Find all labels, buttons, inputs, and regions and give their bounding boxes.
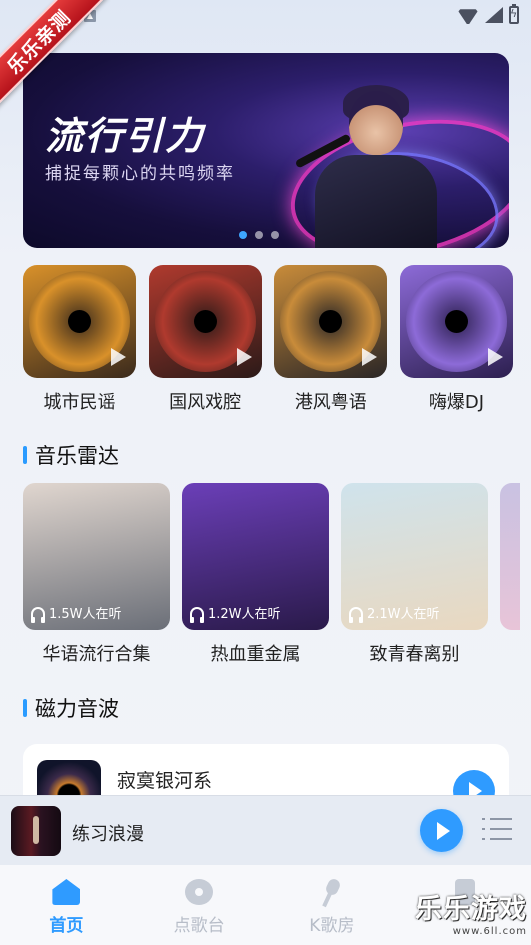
listener-count: 1.5W人在听 xyxy=(31,603,122,623)
radar-cover[interactable]: 1.2W人在听 xyxy=(182,483,329,630)
listener-count: 1.2W人在听 xyxy=(190,603,281,623)
tab-karaoke[interactable]: K歌房 xyxy=(266,865,399,945)
section-title-text: 磁力音波 xyxy=(35,697,119,721)
radar-label: 热血重金属 xyxy=(210,644,301,665)
section-title-text: 音乐雷达 xyxy=(35,444,119,468)
tab-label: 首页 xyxy=(49,916,84,936)
genre-cover[interactable] xyxy=(23,265,136,378)
radar-card-peek[interactable] xyxy=(500,483,520,630)
genre-item[interactable]: 城市民谣 xyxy=(23,265,136,414)
pagination-dot[interactable] xyxy=(239,231,247,239)
genre-item[interactable]: 国风戏腔 xyxy=(148,265,262,414)
radar-label: 致青春离别 xyxy=(369,644,460,665)
genre-cover[interactable] xyxy=(399,265,513,378)
listener-count: 2.1W人在听 xyxy=(349,603,440,623)
mini-player[interactable]: 练习浪漫 xyxy=(0,795,531,865)
banner-subtitle: 捕捉每颗心的共鸣频率 xyxy=(45,164,235,184)
genre-item[interactable]: 嗨爆DJ xyxy=(399,265,513,414)
genre-label: 城市民谣 xyxy=(43,392,116,413)
radar-card[interactable]: 1.2W人在听 热血重金属 xyxy=(182,483,329,666)
listener-text: 1.5W人在听 xyxy=(49,607,122,622)
section-title-magnet: 磁力音波 xyxy=(23,693,119,723)
signal-icon xyxy=(485,7,503,23)
disc-hole xyxy=(68,310,91,333)
genre-item[interactable]: 港风粤语 xyxy=(274,265,388,414)
home-icon xyxy=(52,879,81,905)
tab-label: 点歌台 xyxy=(173,916,225,936)
tab-home[interactable]: 首页 xyxy=(0,865,133,945)
radar-cover[interactable]: 2.1W人在听 xyxy=(341,483,488,630)
radar-card[interactable]: 2.1W人在听 致青春离别 xyxy=(341,483,488,666)
pagination-dot[interactable] xyxy=(271,231,279,239)
disc-hole xyxy=(193,310,217,333)
headphone-icon xyxy=(190,606,204,623)
tab-song-request[interactable]: 点歌台 xyxy=(133,865,266,945)
listener-text: 1.2W人在听 xyxy=(208,607,281,622)
mini-player-thumbnail xyxy=(11,806,61,856)
disc-hole xyxy=(444,310,468,333)
genre-cover[interactable] xyxy=(148,265,262,378)
wifi-icon xyxy=(457,6,479,24)
section-accent-bar xyxy=(23,699,27,717)
radar-label: 华语流行合集 xyxy=(42,644,151,665)
site-watermark: 乐乐游戏 www.6ll.com xyxy=(415,887,527,937)
mini-player-title: 练习浪漫 xyxy=(72,824,144,845)
play-icon[interactable] xyxy=(236,348,252,366)
banner-title: 流行引力 xyxy=(45,114,206,158)
radar-card[interactable]: 1.5W人在听 华语流行合集 xyxy=(23,483,170,666)
play-icon[interactable] xyxy=(111,348,126,366)
play-icon[interactable] xyxy=(362,348,378,366)
play-button[interactable] xyxy=(420,809,463,852)
pagination-dot[interactable] xyxy=(255,231,263,239)
battery-icon xyxy=(509,4,519,24)
singer-image xyxy=(294,85,439,248)
watermark-text: 乐乐游戏 xyxy=(415,894,527,925)
playlist-icon[interactable] xyxy=(482,818,512,842)
genre-label: 港风粤语 xyxy=(294,392,367,413)
song-title: 寂寞银河系 xyxy=(117,770,213,792)
disc-icon xyxy=(185,879,214,905)
radar-cover[interactable]: 1.5W人在听 xyxy=(23,483,170,630)
genre-label: 国风戏腔 xyxy=(169,392,242,413)
watermark-url: www.6ll.com xyxy=(452,926,527,937)
section-title-radar: 音乐雷达 xyxy=(23,440,119,470)
hero-banner[interactable]: 流行引力 捕捉每颗心的共鸣频率 xyxy=(23,53,509,248)
section-accent-bar xyxy=(23,446,27,464)
genre-cover[interactable] xyxy=(274,265,388,378)
mic-icon xyxy=(318,879,346,905)
radar-row: 1.5W人在听 华语流行合集 1.2W人在听 热血重金属 2.1W人在听 致青春… xyxy=(23,483,531,666)
genre-label: 嗨爆DJ xyxy=(428,392,485,413)
headphone-icon xyxy=(31,606,45,623)
genre-row: 城市民谣 国风戏腔 港风粤语 嗨爆DJ xyxy=(23,265,513,414)
headphone-icon xyxy=(349,606,363,623)
play-icon[interactable] xyxy=(487,348,503,366)
status-icons xyxy=(457,4,519,24)
listener-text: 2.1W人在听 xyxy=(367,607,440,622)
banner-pagination[interactable] xyxy=(239,231,279,239)
tab-label: K歌房 xyxy=(309,916,355,936)
